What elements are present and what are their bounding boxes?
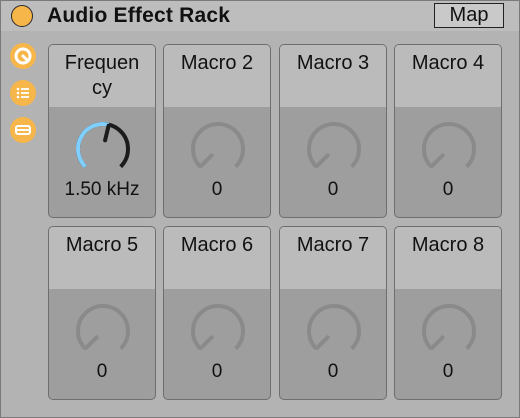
- knob-track: [76, 304, 130, 351]
- macro-knob[interactable]: [73, 119, 133, 179]
- macro-knob[interactable]: [188, 119, 248, 179]
- macro-control-5[interactable]: Macro 5 0: [48, 226, 156, 400]
- chain-list-icon: [16, 87, 29, 99]
- macro-name-label: Macro 8: [411, 234, 485, 256]
- macro-control-1[interactable]: Frequen cy 1.50 kHz: [48, 44, 156, 218]
- macro-knob[interactable]: [304, 119, 364, 179]
- macro-value: 0: [327, 179, 339, 200]
- knob-needle: [315, 335, 330, 350]
- macro-control-8[interactable]: Macro 8 0: [394, 226, 502, 400]
- macro-label-area[interactable]: Macro 8: [395, 227, 501, 289]
- macro-value: 1.50 kHz: [64, 179, 140, 200]
- macro-label-area[interactable]: Macro 5: [49, 227, 155, 289]
- macro-name-label: Macro 4: [411, 52, 485, 74]
- show-macros-button[interactable]: [10, 43, 36, 69]
- macro-label-area[interactable]: Macro 2: [164, 45, 270, 107]
- macro-value: 0: [442, 179, 454, 200]
- knob-needle: [315, 153, 330, 168]
- macro-knob-icon: [14, 47, 32, 65]
- macro-control-6[interactable]: Macro 6 0: [163, 226, 271, 400]
- knob-track: [307, 122, 361, 169]
- macro-name-label: Macro 3: [296, 52, 370, 74]
- knob-track: [422, 304, 476, 351]
- macro-name-label: Frequen cy: [64, 52, 140, 99]
- knob-needle: [84, 335, 99, 350]
- knob-needle: [199, 335, 214, 350]
- macro-knob[interactable]: [188, 301, 248, 361]
- macro-name-label: Macro 2: [180, 52, 254, 74]
- macro-label-area[interactable]: Macro 7: [280, 227, 386, 289]
- macro-knob[interactable]: [304, 301, 364, 361]
- knob-track: [422, 122, 476, 169]
- macro-value: 0: [442, 361, 454, 382]
- title-bar[interactable]: Audio Effect Rack Map: [1, 1, 519, 31]
- macro-control-4[interactable]: Macro 4 0: [394, 44, 502, 218]
- macro-control-7[interactable]: Macro 7 0: [279, 226, 387, 400]
- knob-needle: [199, 153, 214, 168]
- macro-control-3[interactable]: Macro 3 0: [279, 44, 387, 218]
- macro-label-area[interactable]: Macro 3: [280, 45, 386, 107]
- macro-value: 0: [211, 361, 223, 382]
- macro-knob[interactable]: [419, 301, 479, 361]
- knob-track: [191, 304, 245, 351]
- macro-value: 0: [327, 361, 339, 382]
- knob-value-arc: [76, 122, 110, 169]
- macro-name-label: Macro 7: [296, 234, 370, 256]
- knob-needle: [430, 335, 445, 350]
- device-title: Audio Effect Rack: [47, 4, 231, 27]
- macro-control-2[interactable]: Macro 2 0: [163, 44, 271, 218]
- macro-name-label: Macro 6: [180, 234, 254, 256]
- show-devices-button[interactable]: [10, 117, 36, 143]
- macro-label-area[interactable]: Macro 4: [395, 45, 501, 107]
- macro-value: 0: [211, 179, 223, 200]
- macro-value: 0: [96, 361, 108, 382]
- macro-name-label: Macro 5: [65, 234, 139, 256]
- knob-needle: [430, 153, 445, 168]
- macro-knob[interactable]: [73, 301, 133, 361]
- macro-knob[interactable]: [419, 119, 479, 179]
- macro-label-area[interactable]: Frequen cy: [49, 45, 155, 107]
- device-power-button[interactable]: [11, 5, 33, 27]
- show-chain-list-button[interactable]: [10, 80, 36, 106]
- device-view-icon: [15, 125, 31, 135]
- macro-label-area[interactable]: Macro 6: [164, 227, 270, 289]
- knob-track: [191, 122, 245, 169]
- knob-needle: [103, 123, 111, 143]
- map-button[interactable]: Map: [434, 3, 504, 28]
- audio-effect-rack: Audio Effect Rack Map Frequen cy 1.50 kHz…: [0, 0, 520, 418]
- knob-track: [307, 304, 361, 351]
